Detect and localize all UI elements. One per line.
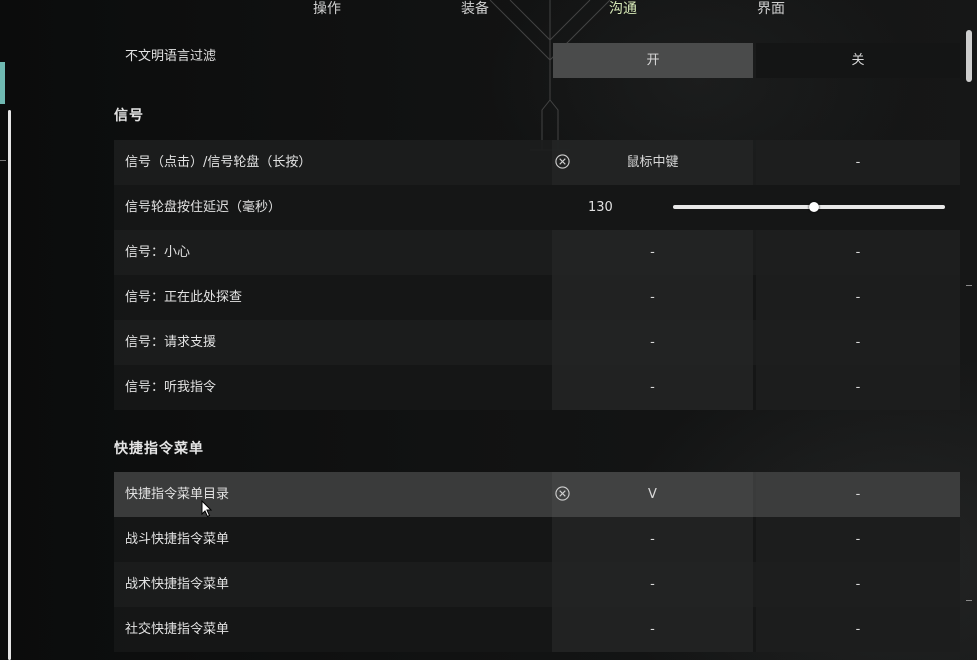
- filter-off-label: 关: [851, 53, 865, 68]
- row-label: 战斗快捷指令菜单: [125, 532, 230, 547]
- keybind-row[interactable]: 信号：正在此处探查 - -: [114, 275, 960, 320]
- scroll-tick: [966, 600, 972, 601]
- tab-controls[interactable]: 操作: [313, 0, 341, 18]
- primary-key-value: -: [650, 622, 655, 637]
- row-label: 信号：正在此处探查: [125, 290, 243, 305]
- keybind-row[interactable]: 信号（点击）/信号轮盘（长按） 鼠标中键 -: [114, 140, 960, 185]
- left-nav-rail: [0, 0, 20, 660]
- section-title-signal: 信号: [114, 108, 144, 124]
- settings-tab-bar: 操作 装备 沟通 界面: [0, 0, 977, 20]
- profanity-filter-row: 不文明语言过滤 开 关: [114, 35, 960, 80]
- primary-key-cell[interactable]: -: [552, 230, 753, 275]
- secondary-key-cell[interactable]: -: [756, 230, 960, 275]
- scroll-thumb[interactable]: [966, 30, 972, 82]
- row-label: 信号：听我指令: [125, 380, 217, 395]
- mouse-pointer-icon: [201, 500, 213, 518]
- secondary-key-cell[interactable]: -: [756, 607, 960, 652]
- primary-key-value: V: [648, 487, 657, 502]
- primary-key-value: -: [650, 577, 655, 592]
- primary-key-cell[interactable]: -: [552, 607, 753, 652]
- secondary-key-cell[interactable]: -: [756, 275, 960, 320]
- row-label: 信号：小心: [125, 245, 191, 260]
- row-label: 信号（点击）/信号轮盘（长按）: [125, 155, 312, 170]
- secondary-key-value: -: [855, 335, 861, 350]
- secondary-key-value: -: [855, 245, 861, 260]
- keybind-row[interactable]: 社交快捷指令菜单 - -: [114, 607, 960, 652]
- slider-row: 信号轮盘按住延迟（毫秒） 130: [114, 185, 960, 230]
- scroll-tick: [966, 285, 972, 286]
- keybind-row[interactable]: 信号：听我指令 - -: [114, 365, 960, 410]
- tab-interface[interactable]: 界面: [757, 0, 785, 18]
- secondary-key-value: -: [855, 532, 861, 547]
- filter-on-button[interactable]: 开: [553, 43, 753, 78]
- secondary-key-cell[interactable]: -: [756, 472, 960, 517]
- keybind-row[interactable]: 战术快捷指令菜单 - -: [114, 562, 960, 607]
- rail-active-indicator: [0, 62, 5, 104]
- secondary-key-value: -: [855, 155, 861, 170]
- secondary-key-value: -: [855, 577, 861, 592]
- primary-key-value: -: [650, 380, 655, 395]
- row-label: 社交快捷指令菜单: [125, 622, 230, 637]
- primary-key-cell[interactable]: -: [552, 365, 753, 410]
- secondary-key-cell[interactable]: -: [756, 365, 960, 410]
- delay-slider[interactable]: [673, 202, 945, 212]
- secondary-key-cell[interactable]: -: [756, 320, 960, 365]
- row-label: 快捷指令菜单目录: [125, 487, 230, 502]
- row-label: 信号：请求支援: [125, 335, 217, 350]
- primary-key-cell[interactable]: -: [552, 517, 753, 562]
- keybind-row-highlighted[interactable]: 快捷指令菜单目录 V -: [114, 472, 960, 517]
- primary-key-cell[interactable]: -: [552, 320, 753, 365]
- primary-key-cell[interactable]: -: [552, 562, 753, 607]
- primary-key-cell[interactable]: 鼠标中键: [552, 140, 753, 185]
- left-scrollbar[interactable]: [8, 110, 11, 660]
- primary-key-cell[interactable]: -: [552, 275, 753, 320]
- row-label: 信号轮盘按住延迟（毫秒）: [125, 200, 282, 215]
- secondary-key-cell[interactable]: -: [756, 517, 960, 562]
- section-title-quick-menu: 快捷指令菜单: [114, 441, 204, 457]
- primary-key-value: -: [650, 532, 655, 547]
- right-scrollbar[interactable]: [963, 0, 977, 660]
- secondary-key-value: -: [855, 290, 861, 305]
- secondary-key-cell[interactable]: -: [756, 140, 960, 185]
- filter-off-button[interactable]: 关: [756, 43, 960, 78]
- slider-value: 130: [588, 200, 613, 215]
- primary-key-value: 鼠标中键: [626, 155, 679, 170]
- keybind-row[interactable]: 信号：小心 - -: [114, 230, 960, 275]
- agent-emblem-decoration: [489, 0, 611, 151]
- secondary-key-value: -: [855, 380, 861, 395]
- tab-communication[interactable]: 沟通: [609, 0, 637, 18]
- secondary-key-cell[interactable]: -: [756, 562, 960, 607]
- filter-on-label: 开: [646, 53, 660, 68]
- primary-key-value: -: [650, 335, 655, 350]
- primary-key-value: -: [650, 290, 655, 305]
- primary-key-value: -: [650, 245, 655, 260]
- slider-knob[interactable]: [809, 202, 820, 212]
- tab-equipment[interactable]: 装备: [461, 0, 489, 18]
- keybind-row[interactable]: 信号：请求支援 - -: [114, 320, 960, 365]
- rail-tick: [0, 160, 6, 161]
- secondary-key-value: -: [855, 622, 861, 637]
- secondary-key-value: -: [855, 487, 861, 502]
- row-label: 不文明语言过滤: [125, 49, 217, 64]
- keybind-row[interactable]: 战斗快捷指令菜单 - -: [114, 517, 960, 562]
- row-label: 战术快捷指令菜单: [125, 577, 230, 592]
- primary-key-cell[interactable]: V: [552, 472, 753, 517]
